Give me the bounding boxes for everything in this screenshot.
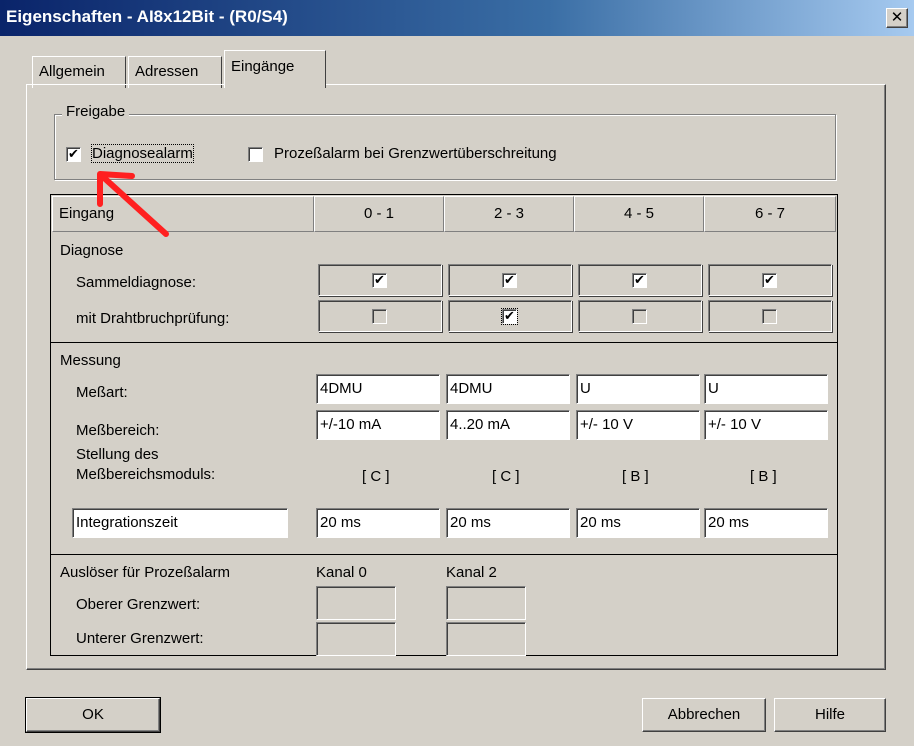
annotation-arrow-icon — [97, 171, 169, 237]
tab-eingaenge[interactable]: Eingänge — [224, 50, 326, 88]
window-title: Eigenschaften - AI8x12Bit - (R0/S4) — [6, 7, 288, 26]
help-button[interactable]: Hilfe — [774, 698, 886, 732]
title-bar[interactable]: Eigenschaften - AI8x12Bit - (R0/S4) ✕ — [0, 0, 914, 36]
cancel-button[interactable]: Abbrechen — [642, 698, 766, 732]
close-button[interactable]: ✕ — [886, 8, 908, 28]
ok-button[interactable]: OK — [25, 697, 161, 733]
properties-dialog: Eigenschaften - AI8x12Bit - (R0/S4) ✕ Al… — [0, 0, 914, 746]
